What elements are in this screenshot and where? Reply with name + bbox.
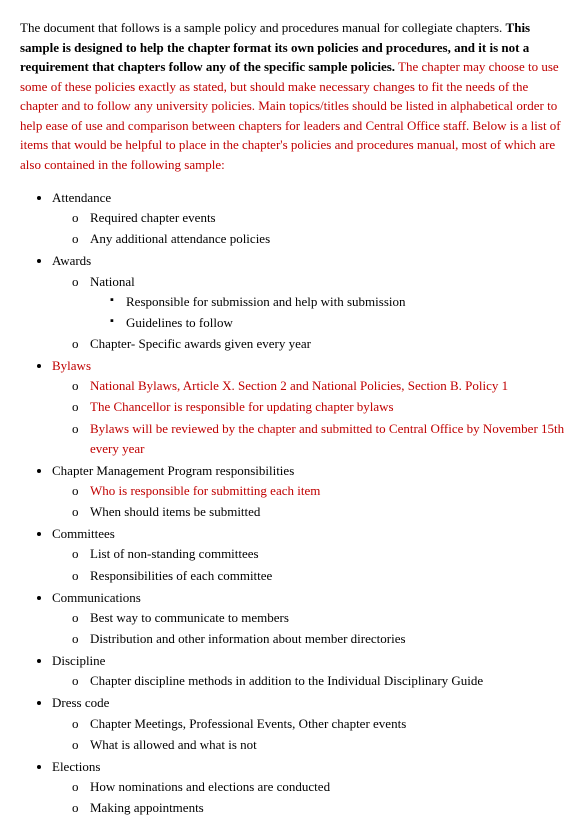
list-item-label: Attendance xyxy=(52,190,111,205)
list-item: Attendance Required chapter events Any a… xyxy=(52,188,565,249)
list-item: Communications Best way to communicate t… xyxy=(52,588,565,649)
list-item-label: Chapter Management Program responsibilit… xyxy=(52,463,294,478)
list-item-label: Chapter- Specific awards given every yea… xyxy=(90,336,311,351)
list-item-label: Who is responsible for submitting each i… xyxy=(90,483,320,498)
list-item: National Bylaws, Article X. Section 2 an… xyxy=(72,376,565,396)
list-item-label: Required chapter events xyxy=(90,210,216,225)
list-item: When should items be submitted xyxy=(72,502,565,522)
list-item: Distribution and other information about… xyxy=(72,629,565,649)
list-item: Responsible for submission and help with… xyxy=(110,292,565,312)
list-item-label: National Bylaws, Article X. Section 2 an… xyxy=(90,378,508,393)
circle-list: Chapter discipline methods in addition t… xyxy=(52,671,565,691)
list-item: Who is responsible for submitting each i… xyxy=(72,481,565,501)
list-item-label: Dress code xyxy=(52,695,109,710)
list-item-label: Awards xyxy=(52,253,91,268)
list-item-label: Responsible for submission and help with… xyxy=(126,294,406,309)
list-item: Guidelines to follow xyxy=(110,313,565,333)
list-item: Required chapter events xyxy=(72,208,565,228)
list-item-label: When should items be submitted xyxy=(90,504,260,519)
main-list: Attendance Required chapter events Any a… xyxy=(20,188,565,818)
list-item: Chapter discipline methods in addition t… xyxy=(72,671,565,691)
circle-list: How nominations and elections are conduc… xyxy=(52,777,565,818)
list-item-label: Making appointments xyxy=(90,800,204,815)
list-item-label: Committees xyxy=(52,526,115,541)
list-item: What is allowed and what is not xyxy=(72,735,565,755)
list-item: Dress code Chapter Meetings, Professiona… xyxy=(52,693,565,754)
list-item: The Chancellor is responsible for updati… xyxy=(72,397,565,417)
intro-text-red: The chapter may choose to use some of th… xyxy=(20,59,561,172)
intro-text-1: The document that follows is a sample po… xyxy=(20,20,506,35)
list-item: Chapter- Specific awards given every yea… xyxy=(72,334,565,354)
list-item: Responsibilities of each committee xyxy=(72,566,565,586)
list-item-label: The Chancellor is responsible for updati… xyxy=(90,399,394,414)
list-item: Committees List of non-standing committe… xyxy=(52,524,565,585)
circle-list: National Bylaws, Article X. Section 2 an… xyxy=(52,376,565,459)
circle-list: Best way to communicate to members Distr… xyxy=(52,608,565,649)
list-item-label: Bylaws will be reviewed by the chapter a… xyxy=(90,421,564,456)
list-item-label: Chapter Meetings, Professional Events, O… xyxy=(90,716,406,731)
list-item-label: Best way to communicate to members xyxy=(90,610,289,625)
list-item: National Responsible for submission and … xyxy=(72,272,565,333)
list-item: Discipline Chapter discipline methods in… xyxy=(52,651,565,691)
circle-list: National Responsible for submission and … xyxy=(52,272,565,355)
list-item: Awards National Responsible for submissi… xyxy=(52,251,565,354)
circle-list: Who is responsible for submitting each i… xyxy=(52,481,565,522)
list-item: List of non-standing committees xyxy=(72,544,565,564)
list-item-label: Any additional attendance policies xyxy=(90,231,270,246)
list-item: Bylaws will be reviewed by the chapter a… xyxy=(72,419,565,459)
list-item-label: List of non-standing committees xyxy=(90,546,259,561)
list-item-label: Discipline xyxy=(52,653,105,668)
list-item: Chapter Management Program responsibilit… xyxy=(52,461,565,522)
list-item-label: Communications xyxy=(52,590,141,605)
circle-list: Chapter Meetings, Professional Events, O… xyxy=(52,714,565,755)
intro-paragraph: The document that follows is a sample po… xyxy=(20,18,565,174)
list-item: Best way to communicate to members xyxy=(72,608,565,628)
circle-list: List of non-standing committees Responsi… xyxy=(52,544,565,585)
list-item-label: How nominations and elections are conduc… xyxy=(90,779,330,794)
list-item-label: Distribution and other information about… xyxy=(90,631,406,646)
list-item: Chapter Meetings, Professional Events, O… xyxy=(72,714,565,734)
list-item: Any additional attendance policies xyxy=(72,229,565,249)
list-item: Elections How nominations and elections … xyxy=(52,757,565,818)
circle-list: Required chapter events Any additional a… xyxy=(52,208,565,249)
list-item: Bylaws National Bylaws, Article X. Secti… xyxy=(52,356,565,459)
square-list: Responsible for submission and help with… xyxy=(90,292,565,333)
list-item-label: National xyxy=(90,274,135,289)
list-item-label: Bylaws xyxy=(52,358,91,373)
list-item-label: What is allowed and what is not xyxy=(90,737,257,752)
list-item-label: Guidelines to follow xyxy=(126,315,233,330)
list-item-label: Responsibilities of each committee xyxy=(90,568,272,583)
list-item-label: Elections xyxy=(52,759,100,774)
list-item-label: Chapter discipline methods in addition t… xyxy=(90,673,483,688)
list-item: How nominations and elections are conduc… xyxy=(72,777,565,797)
list-item: Making appointments xyxy=(72,798,565,818)
